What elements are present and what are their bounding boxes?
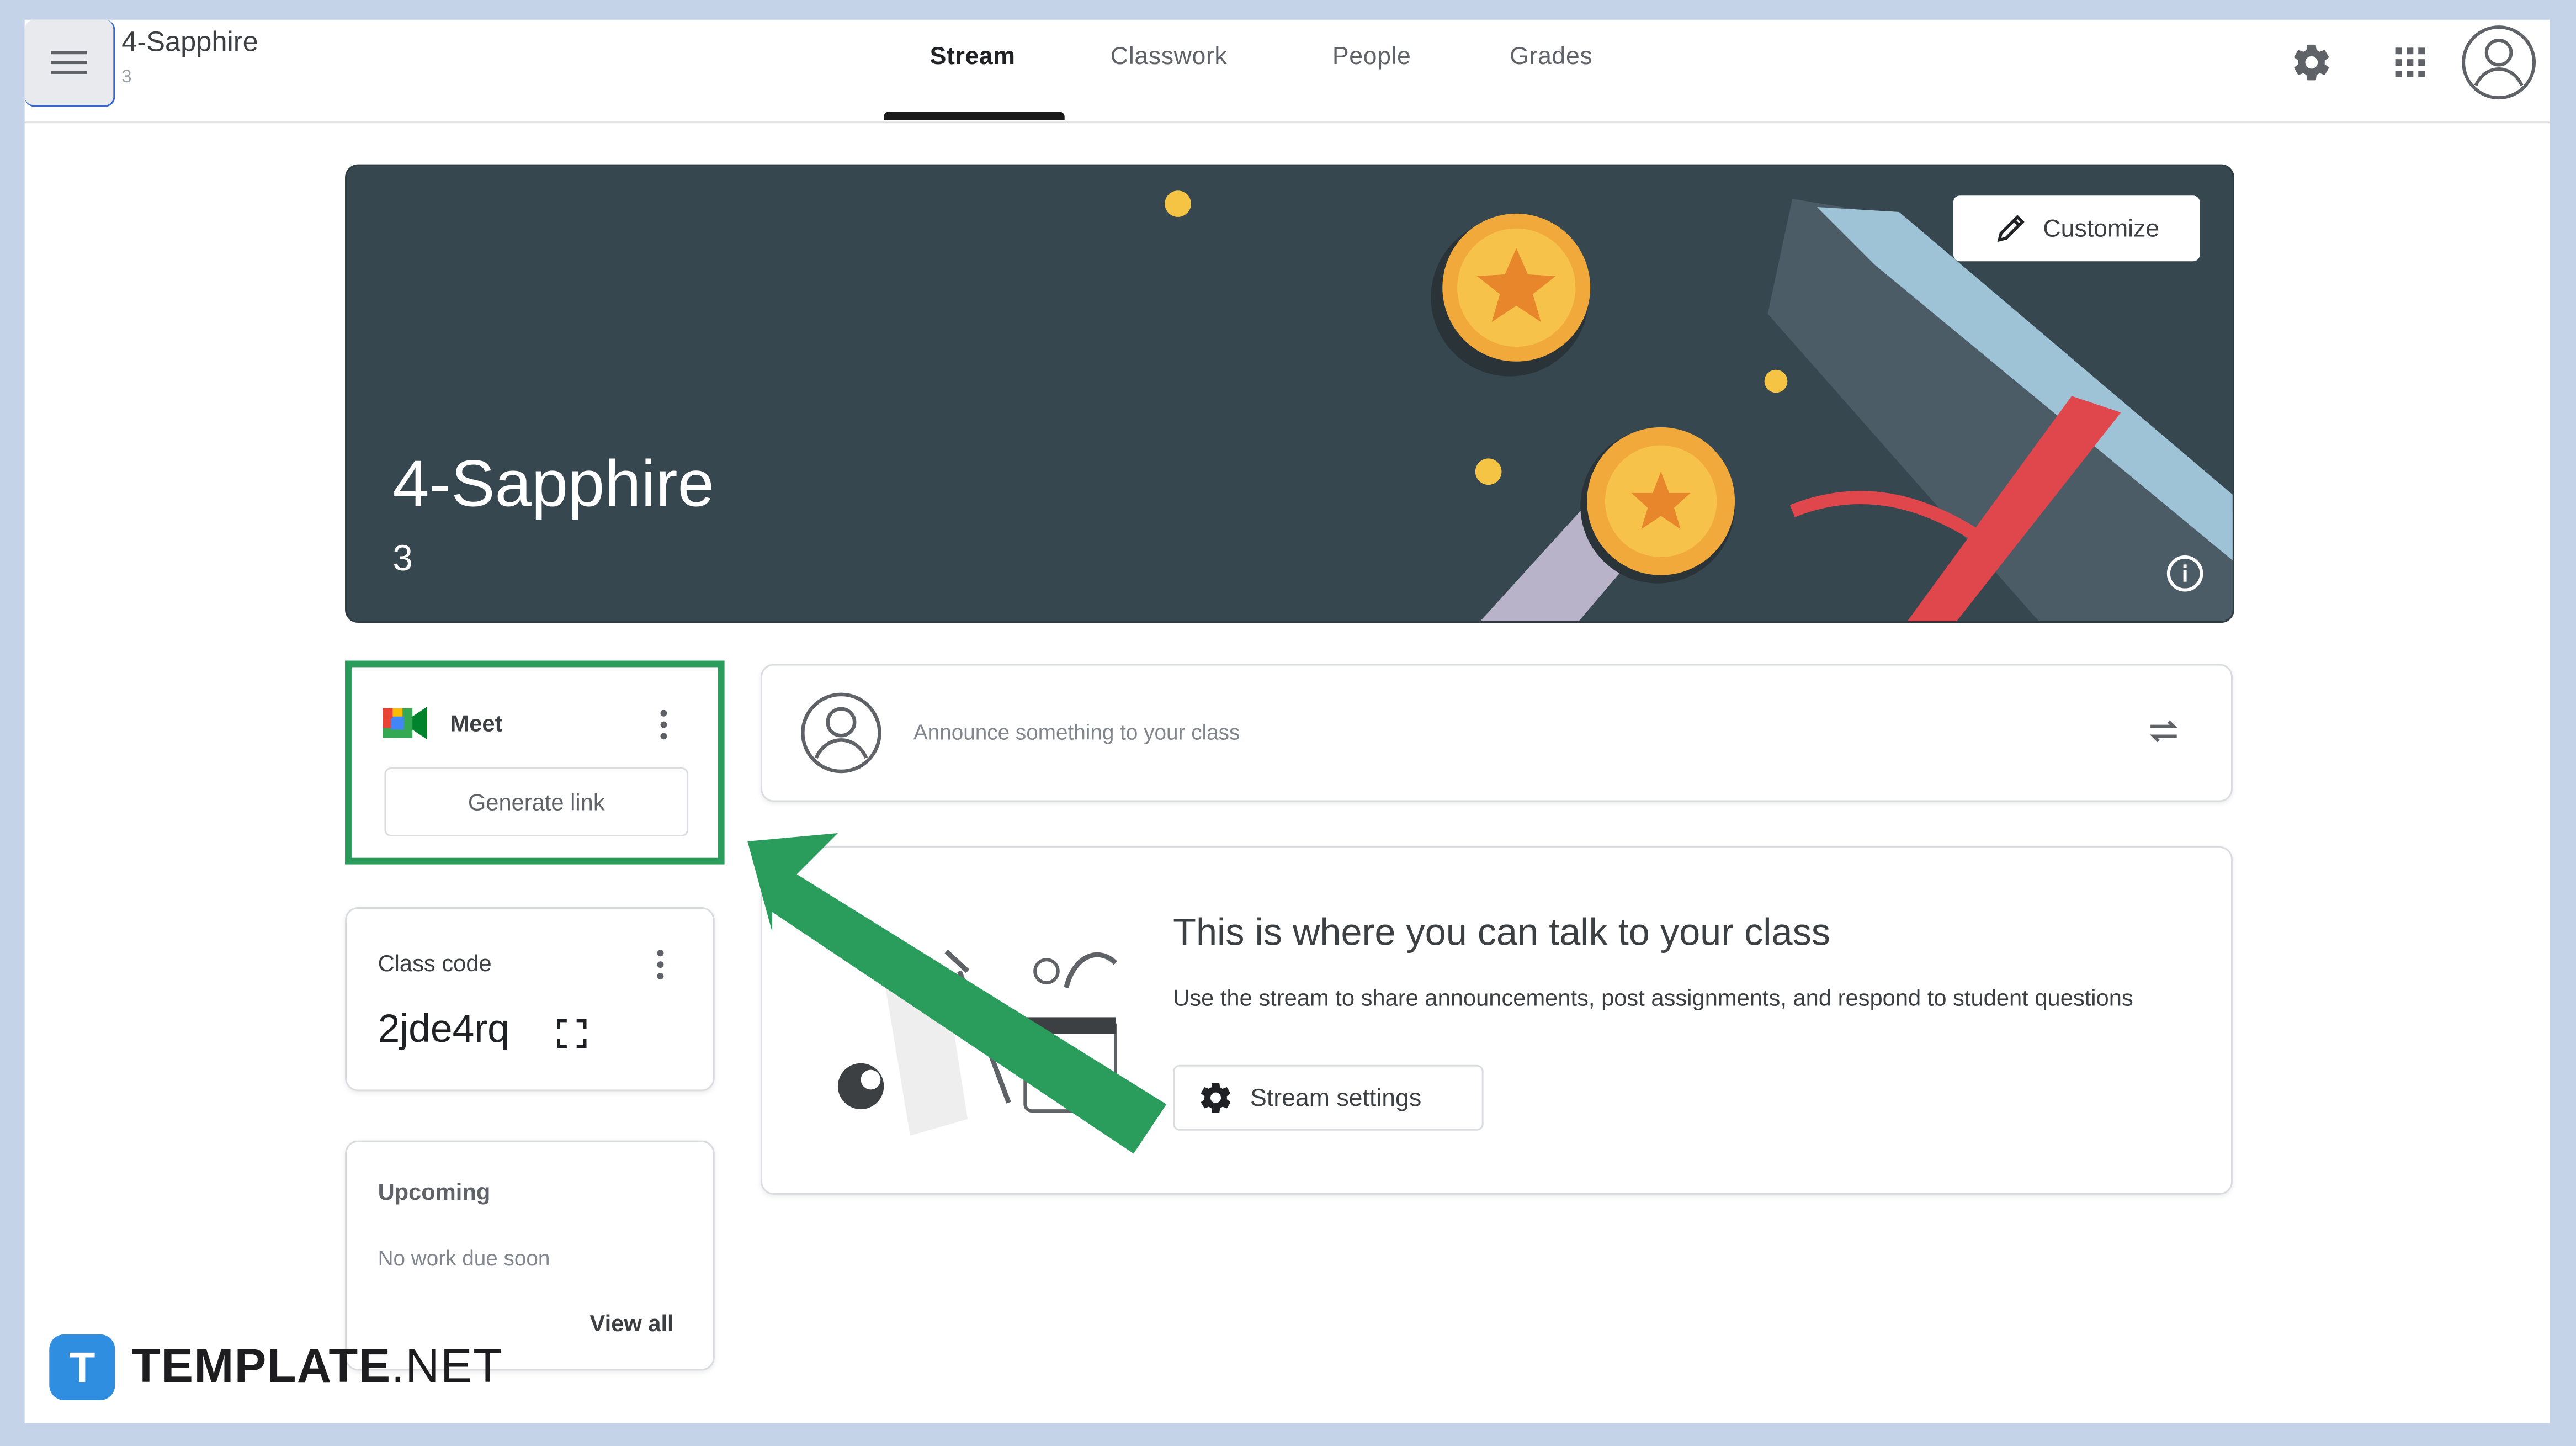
hamburger-menu-icon [51, 51, 87, 74]
google-meet-icon [383, 706, 427, 740]
tab-grades[interactable]: Grades [1510, 43, 1592, 71]
repost-icon[interactable] [2145, 713, 2181, 749]
class-code-label: Class code [378, 950, 492, 976]
upcoming-label: Upcoming [378, 1178, 491, 1205]
watermark-suffix: .NET [391, 1340, 503, 1393]
pencil-icon [1996, 215, 2024, 242]
account-avatar-icon [2462, 25, 2536, 100]
customize-label: Customize [2043, 214, 2160, 243]
gear-icon [2294, 44, 2329, 81]
fullscreen-icon[interactable] [556, 1019, 587, 1048]
stream-illustration [837, 950, 1118, 1136]
announce-card[interactable]: Announce something to your class [761, 664, 2233, 802]
banner-class-title: 4-Sapphire [392, 448, 714, 521]
stream-info-card: This is where you can talk to your class… [761, 846, 2233, 1195]
meet-card: Meet Generate link [345, 660, 725, 865]
class-code-more-options-icon[interactable] [657, 950, 664, 979]
stream-info-title: This is where you can talk to your class [1173, 910, 1831, 954]
class-code-value: 2jde4rq [378, 1007, 509, 1052]
announce-placeholder[interactable]: Announce something to your class [913, 720, 1240, 745]
apps-grid-icon [2395, 47, 2425, 77]
generate-link-button[interactable]: Generate link [384, 767, 689, 836]
tab-stream[interactable]: Stream [930, 43, 1016, 71]
banner-class-section: 3 [392, 537, 413, 579]
class-section: 3 [121, 67, 132, 87]
class-banner: 4-Sapphire 3 Customize [345, 164, 2234, 623]
view-all-link[interactable]: View all [590, 1310, 674, 1336]
stream-settings-button[interactable]: Stream settings [1173, 1064, 1484, 1131]
settings-button[interactable] [2285, 36, 2338, 88]
template-net-watermark: T TEMPLATE.NET [49, 1334, 503, 1400]
meet-more-options-icon[interactable] [660, 709, 667, 740]
account-button[interactable] [2461, 25, 2537, 100]
customize-button[interactable]: Customize [1953, 195, 2200, 262]
classroom-window: 4-Sapphire 3 Stream Classwork People Gra… [24, 19, 2550, 1423]
tab-classwork[interactable]: Classwork [1111, 43, 1227, 71]
top-app-bar: 4-Sapphire 3 Stream Classwork People Gra… [24, 19, 2550, 124]
banner-illustration [1165, 190, 2233, 622]
user-avatar-icon [801, 692, 881, 774]
template-logo-icon: T [49, 1334, 115, 1400]
meet-label: Meet [450, 709, 503, 737]
google-apps-button[interactable] [2384, 36, 2436, 88]
upcoming-empty-text: No work due soon [378, 1246, 550, 1270]
active-tab-indicator [884, 112, 1065, 120]
main-menu-button[interactable] [24, 19, 115, 107]
class-code-card: Class code 2jde4rq [345, 907, 715, 1092]
stream-info-description: Use the stream to share announcements, p… [1173, 984, 2133, 1011]
gear-icon [1201, 1082, 1231, 1113]
class-title[interactable]: 4-Sapphire [121, 27, 258, 60]
banner-info-button[interactable] [2164, 552, 2206, 595]
stream-settings-label: Stream settings [1250, 1083, 1422, 1112]
tab-people[interactable]: People [1332, 43, 1411, 71]
watermark-brand: TEMPLATE [131, 1340, 391, 1393]
info-icon [2166, 555, 2203, 592]
